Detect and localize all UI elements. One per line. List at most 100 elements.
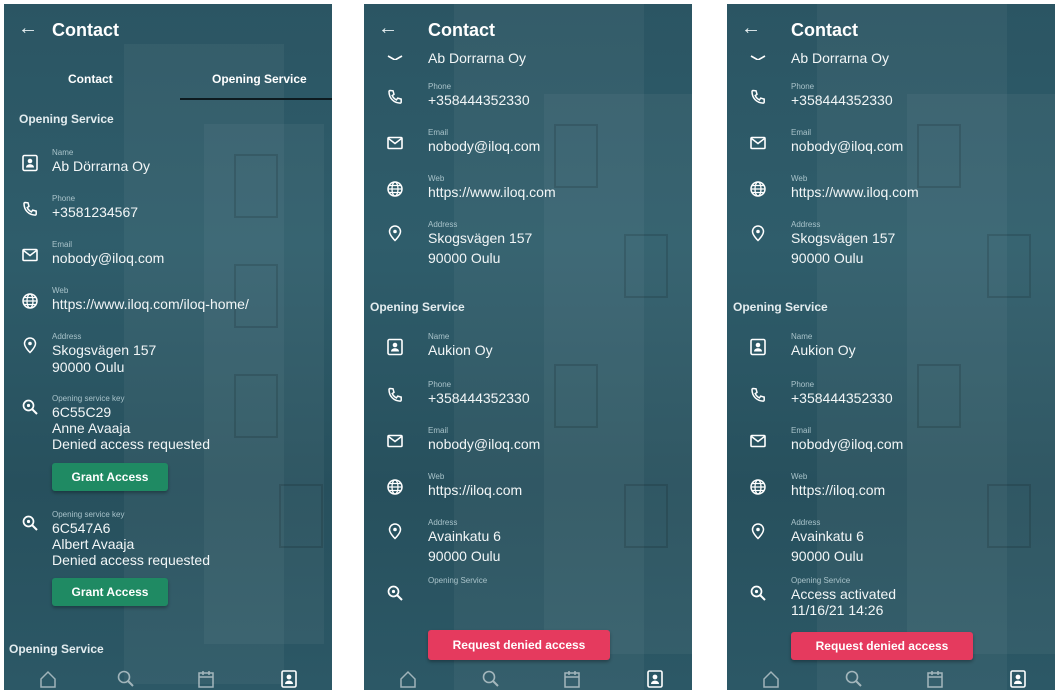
home-icon[interactable] — [761, 669, 781, 689]
email-label: Email — [52, 240, 73, 249]
phone-value[interactable]: +3581234567 — [52, 204, 138, 220]
section-heading: Opening Service — [19, 112, 114, 126]
mail-icon — [386, 432, 404, 450]
globe-icon — [749, 478, 767, 496]
phone-value[interactable]: +358444352330 — [791, 92, 893, 108]
key-person: Albert Avaaja — [52, 536, 135, 552]
company-name: Ab Dorrarna Oy — [428, 50, 527, 66]
key-search-icon — [21, 514, 39, 532]
email-label: Email — [428, 426, 449, 435]
mail-icon — [21, 246, 39, 264]
grant-access-button[interactable]: Grant Access — [52, 463, 168, 491]
back-arrow-icon[interactable]: ← — [378, 18, 398, 38]
calendar-icon[interactable] — [925, 669, 945, 689]
globe-icon — [386, 478, 404, 496]
key-search-icon — [21, 398, 39, 416]
contact-card-icon — [749, 52, 767, 60]
name-value: Aukion Oy — [791, 342, 856, 358]
key-status: Denied access requested — [52, 436, 210, 452]
key-person: Anne Avaaja — [52, 420, 131, 436]
request-denied-access-button[interactable]: Request denied access — [428, 630, 610, 660]
web-label: Web — [428, 472, 445, 481]
section-heading: Opening Service — [9, 642, 104, 656]
address-label: Address — [428, 220, 458, 229]
tab-opening-service[interactable]: Opening Service — [212, 72, 307, 86]
globe-icon — [749, 180, 767, 198]
app-header: ← Contact — [364, 4, 692, 54]
address-line1: Avainkatu 6 — [428, 528, 501, 544]
phone-label: Phone — [428, 380, 452, 389]
address-line2: 90000 Oulu — [428, 548, 501, 564]
address-label: Address — [428, 518, 458, 527]
location-pin-icon — [386, 224, 404, 242]
phone-value[interactable]: +358444352330 — [428, 92, 530, 108]
home-icon[interactable] — [398, 669, 418, 689]
web-value[interactable]: https://www.iloq.com — [428, 184, 556, 200]
key-search-icon[interactable] — [481, 669, 501, 689]
web-value[interactable]: https://iloq.com — [428, 482, 522, 498]
address-line1: Skogsvägen 157 — [428, 230, 533, 246]
contact-card-icon[interactable] — [1008, 669, 1028, 689]
contact-card-icon — [386, 52, 404, 60]
section-heading: Opening Service — [370, 300, 465, 314]
opening-service-time: 11/16/21 14:26 — [791, 602, 884, 618]
phone-label: Phone — [428, 82, 452, 91]
name-label: Name — [791, 332, 813, 341]
email-value[interactable]: nobody@iloq.com — [52, 250, 164, 266]
name-value: Aukion Oy — [428, 342, 493, 358]
screen-opening-service-request: ← Contact Ab Dorrarna Oy Phone +35844435… — [364, 4, 692, 690]
web-value[interactable]: https://iloq.com — [791, 482, 885, 498]
address-line1: Skogsvägen 157 — [52, 342, 157, 358]
email-value[interactable]: nobody@iloq.com — [428, 436, 540, 452]
phone-icon — [749, 386, 767, 404]
phone-value[interactable]: +358444352330 — [428, 390, 530, 406]
contact-card-icon[interactable] — [279, 669, 299, 689]
email-value[interactable]: nobody@iloq.com — [791, 138, 903, 154]
phone-label: Phone — [791, 82, 815, 91]
page-title: Contact — [428, 20, 495, 40]
address-line2: 90000 Oulu — [52, 359, 125, 375]
email-value[interactable]: nobody@iloq.com — [428, 138, 540, 154]
mail-icon — [386, 134, 404, 152]
location-pin-icon — [749, 522, 767, 540]
key-search-icon[interactable] — [844, 669, 864, 689]
calendar-icon[interactable] — [196, 669, 216, 689]
key-search-icon[interactable] — [116, 669, 136, 689]
web-label: Web — [791, 174, 808, 183]
contact-card-icon[interactable] — [645, 669, 665, 689]
key-search-icon — [749, 584, 767, 602]
tab-contact[interactable]: Contact — [68, 72, 113, 86]
address-line2: 90000 Oulu — [428, 250, 501, 266]
phone-icon — [749, 88, 767, 106]
email-value[interactable]: nobody@iloq.com — [791, 436, 903, 452]
back-arrow-icon[interactable]: ← — [18, 18, 38, 38]
phone-label: Phone — [791, 380, 815, 389]
name-label: Name — [52, 148, 74, 157]
key-label: Opening service key — [52, 394, 125, 403]
tab-bar: Contact Opening Service — [4, 64, 332, 100]
calendar-icon[interactable] — [562, 669, 582, 689]
bottom-nav — [364, 664, 692, 690]
email-label: Email — [428, 128, 449, 137]
email-label: Email — [791, 128, 812, 137]
phone-icon — [386, 386, 404, 404]
screen-opening-service-activated: ← Contact Ab Dorrarna Oy Phone +35844435… — [727, 4, 1055, 690]
location-pin-icon — [749, 224, 767, 242]
opening-service-status: Access activated — [791, 586, 897, 602]
web-value[interactable]: https://www.iloq.com — [791, 184, 919, 200]
home-icon[interactable] — [38, 669, 58, 689]
opening-service-label: Opening Service — [428, 576, 488, 585]
address-label: Address — [791, 220, 821, 229]
phone-icon — [21, 200, 39, 218]
phone-icon — [386, 88, 404, 106]
request-denied-access-button[interactable]: Request denied access — [791, 632, 973, 660]
web-label: Web — [52, 286, 69, 295]
web-value[interactable]: https://www.iloq.com/iloq-home/ — [52, 296, 249, 312]
mail-icon — [749, 432, 767, 450]
grant-access-button[interactable]: Grant Access — [52, 578, 168, 606]
contact-card-icon — [749, 338, 767, 356]
key-search-icon — [386, 584, 404, 602]
location-pin-icon — [21, 336, 39, 354]
back-arrow-icon[interactable]: ← — [741, 18, 761, 38]
phone-value[interactable]: +358444352330 — [791, 390, 893, 406]
